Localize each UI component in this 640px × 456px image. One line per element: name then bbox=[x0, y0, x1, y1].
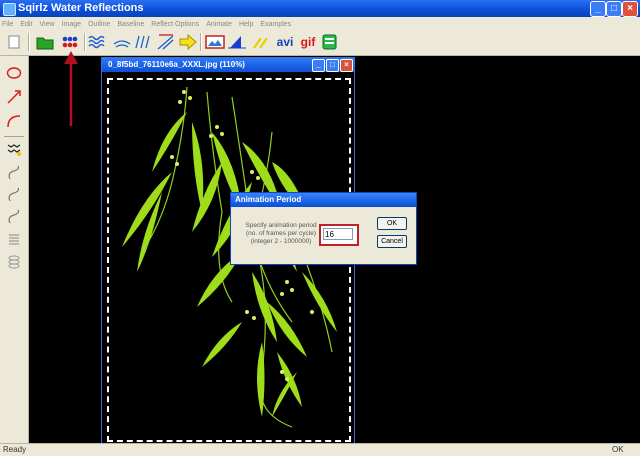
minimize-button[interactable]: _ bbox=[590, 1, 606, 17]
sail-icon bbox=[228, 36, 246, 49]
panel-icon bbox=[322, 34, 337, 50]
rope-icon bbox=[8, 209, 20, 224]
perspective-icon bbox=[157, 34, 174, 50]
annotation-arrow bbox=[64, 51, 78, 126]
open-folder-icon bbox=[36, 37, 54, 50]
ripple-button[interactable] bbox=[112, 32, 132, 52]
status-text: Ready bbox=[3, 445, 27, 454]
app-icon bbox=[3, 3, 16, 16]
curve-icon bbox=[7, 115, 21, 128]
line-arrow-icon bbox=[7, 90, 21, 104]
animation-period-dialog[interactable]: Animation Period Specify animation perio… bbox=[230, 192, 417, 265]
open-button[interactable] bbox=[35, 32, 55, 52]
save-gif-button[interactable]: gif bbox=[298, 32, 318, 52]
rain-button[interactable] bbox=[134, 32, 154, 52]
image-window-title: 0_8f5bd_76110e6a_XXXL.jpg (110%) bbox=[108, 60, 245, 69]
close-button[interactable]: × bbox=[622, 1, 638, 17]
cancel-button[interactable]: Cancel bbox=[377, 235, 407, 248]
ripple-icon bbox=[113, 40, 131, 48]
prompt-line-3: (integer 2 - 1000000) bbox=[250, 238, 312, 245]
maximize-button[interactable]: □ bbox=[606, 1, 622, 17]
coil-tool[interactable] bbox=[5, 252, 23, 270]
coil-icon bbox=[8, 255, 20, 269]
rain-icon bbox=[135, 35, 150, 49]
image-close-button[interactable]: × bbox=[340, 59, 353, 72]
left-toolbar bbox=[0, 56, 29, 443]
ellipse-icon bbox=[6, 67, 22, 79]
prompt-line-1: Specify animation period bbox=[245, 222, 317, 229]
zigzag-icon bbox=[7, 144, 21, 156]
ellipse-tool[interactable] bbox=[5, 64, 23, 82]
waves-icon bbox=[88, 35, 105, 49]
prompt-line-2: (no. of frames per cycle) bbox=[245, 230, 317, 237]
preview-button[interactable] bbox=[205, 32, 225, 52]
sparkle-icon bbox=[253, 37, 268, 49]
animation-period-input[interactable] bbox=[323, 228, 353, 240]
new-file-icon bbox=[8, 35, 20, 49]
status-bar: Ready OK bbox=[0, 443, 640, 456]
settings-panel-button[interactable] bbox=[320, 32, 340, 52]
sparkle-button[interactable] bbox=[252, 32, 272, 52]
image-window-title-bar[interactable]: 0_8f5bd_76110e6a_XXXL.jpg (110%) _ □ × bbox=[102, 58, 354, 72]
image-maximize-button[interactable]: □ bbox=[326, 59, 339, 72]
rope-tool-3[interactable] bbox=[5, 208, 23, 226]
arrow-right-button[interactable] bbox=[178, 32, 198, 52]
image-minimize-button[interactable]: _ bbox=[312, 59, 325, 72]
curve-tool[interactable] bbox=[5, 112, 23, 130]
zigzag-tool[interactable] bbox=[5, 140, 23, 158]
ok-button[interactable]: OK bbox=[377, 217, 407, 230]
new-button[interactable] bbox=[4, 32, 24, 52]
yellow-arrow-icon bbox=[179, 34, 197, 50]
input-highlight-box bbox=[319, 224, 359, 246]
rope-icon bbox=[8, 187, 20, 202]
spring-tool[interactable] bbox=[5, 230, 23, 248]
app-title: Sqirlz Water Reflections bbox=[18, 2, 144, 14]
app-title-bar[interactable]: Sqirlz Water Reflections _ □ × bbox=[0, 0, 640, 17]
rope-tool-1[interactable] bbox=[5, 164, 23, 182]
status-indicator: OK bbox=[612, 445, 624, 454]
line-tool[interactable] bbox=[5, 88, 23, 106]
sail-button[interactable] bbox=[227, 32, 247, 52]
dialog-title: Animation Period bbox=[235, 195, 302, 204]
rope-tool-2[interactable] bbox=[5, 186, 23, 204]
dialog-prompt: Specify animation period (no. of frames … bbox=[236, 222, 326, 246]
toolbar: avi gif bbox=[0, 29, 640, 56]
perspective-button[interactable] bbox=[156, 32, 176, 52]
preview-image-icon bbox=[205, 35, 225, 49]
spring-icon bbox=[9, 234, 19, 245]
save-avi-button[interactable]: avi bbox=[274, 32, 296, 52]
dialog-title-bar[interactable]: Animation Period bbox=[231, 193, 416, 207]
rope-icon bbox=[8, 165, 20, 180]
waves-button[interactable] bbox=[88, 32, 108, 52]
